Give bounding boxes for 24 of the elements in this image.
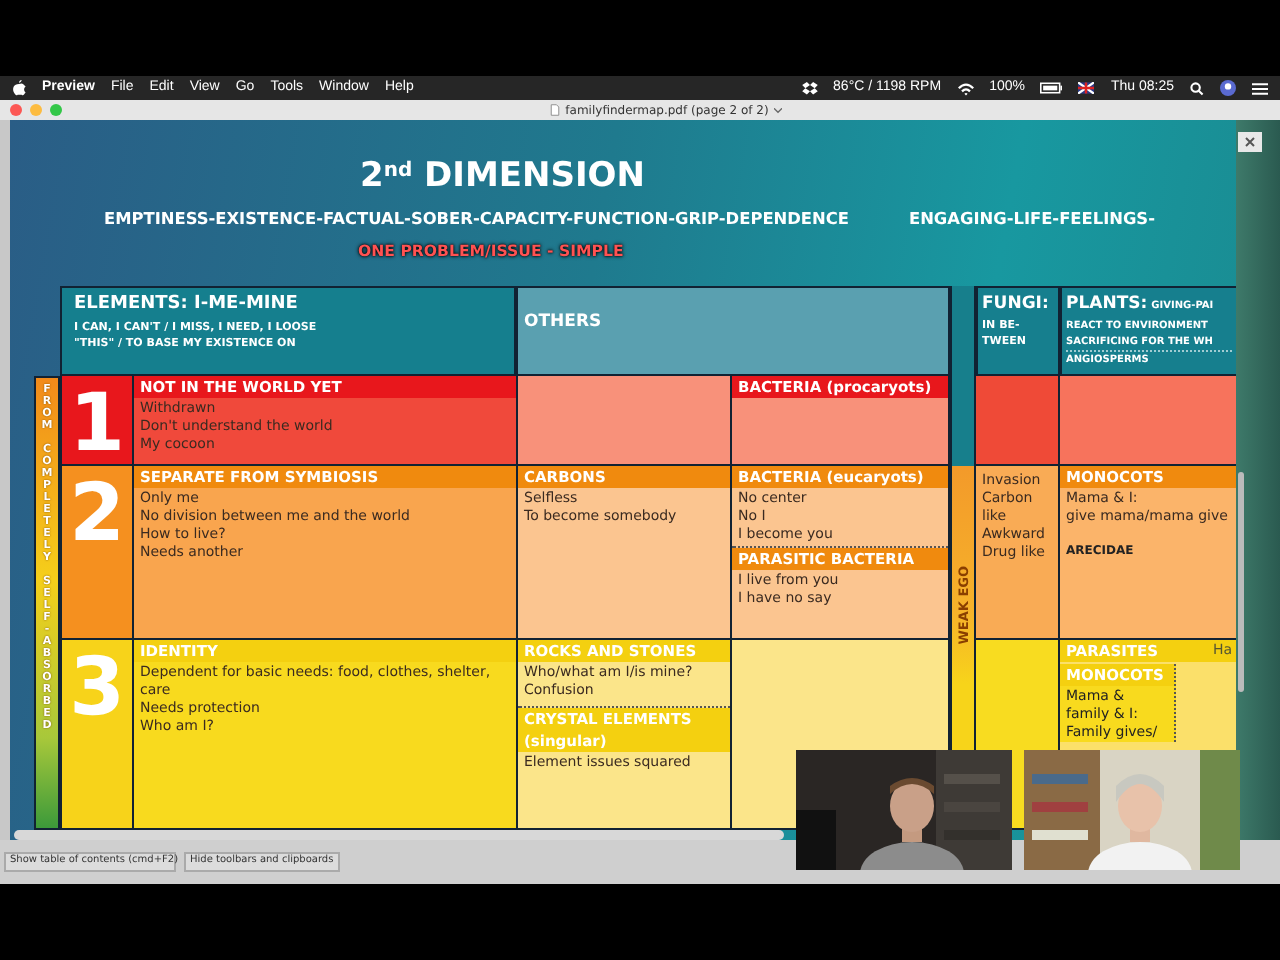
document-icon [549, 104, 560, 116]
list-icon[interactable] [1252, 81, 1268, 95]
header-title: PLANTS: [1066, 292, 1148, 318]
vertical-scrollbar[interactable] [1238, 472, 1244, 692]
row-number: 2 [60, 466, 132, 640]
row-number: 1 [60, 376, 132, 466]
wifi-icon[interactable] [957, 81, 974, 95]
close-icon[interactable] [1238, 132, 1262, 152]
search-icon[interactable] [1190, 81, 1204, 95]
close-button[interactable] [10, 104, 22, 116]
dropbox-icon[interactable] [801, 81, 818, 95]
header-title: ELEMENTS: I-ME-MINE [74, 292, 300, 318]
flag-icon[interactable] [1078, 82, 1095, 94]
row-number: 3 [60, 640, 132, 830]
horizontal-scrollbar[interactable] [14, 830, 784, 840]
avatar-icon[interactable] [1220, 80, 1236, 96]
battery-icon[interactable] [1040, 82, 1063, 94]
header-title: OTHERS [524, 312, 602, 332]
apple-icon[interactable] [12, 80, 26, 96]
caret-icon[interactable] [774, 107, 783, 113]
document-title: 2$^{nd}$ DIMENSION [360, 154, 647, 198]
subtitle: ENGAGING-LIFE-FEELINGS- [908, 206, 1155, 231]
header-title: FUNGI: [982, 292, 1051, 318]
subtitle: EMPTINESS-EXISTENCE-FACTUAL-SOBER-CAPACITY-FUNCTION-GRIP-DEPENDENCE [104, 206, 849, 231]
